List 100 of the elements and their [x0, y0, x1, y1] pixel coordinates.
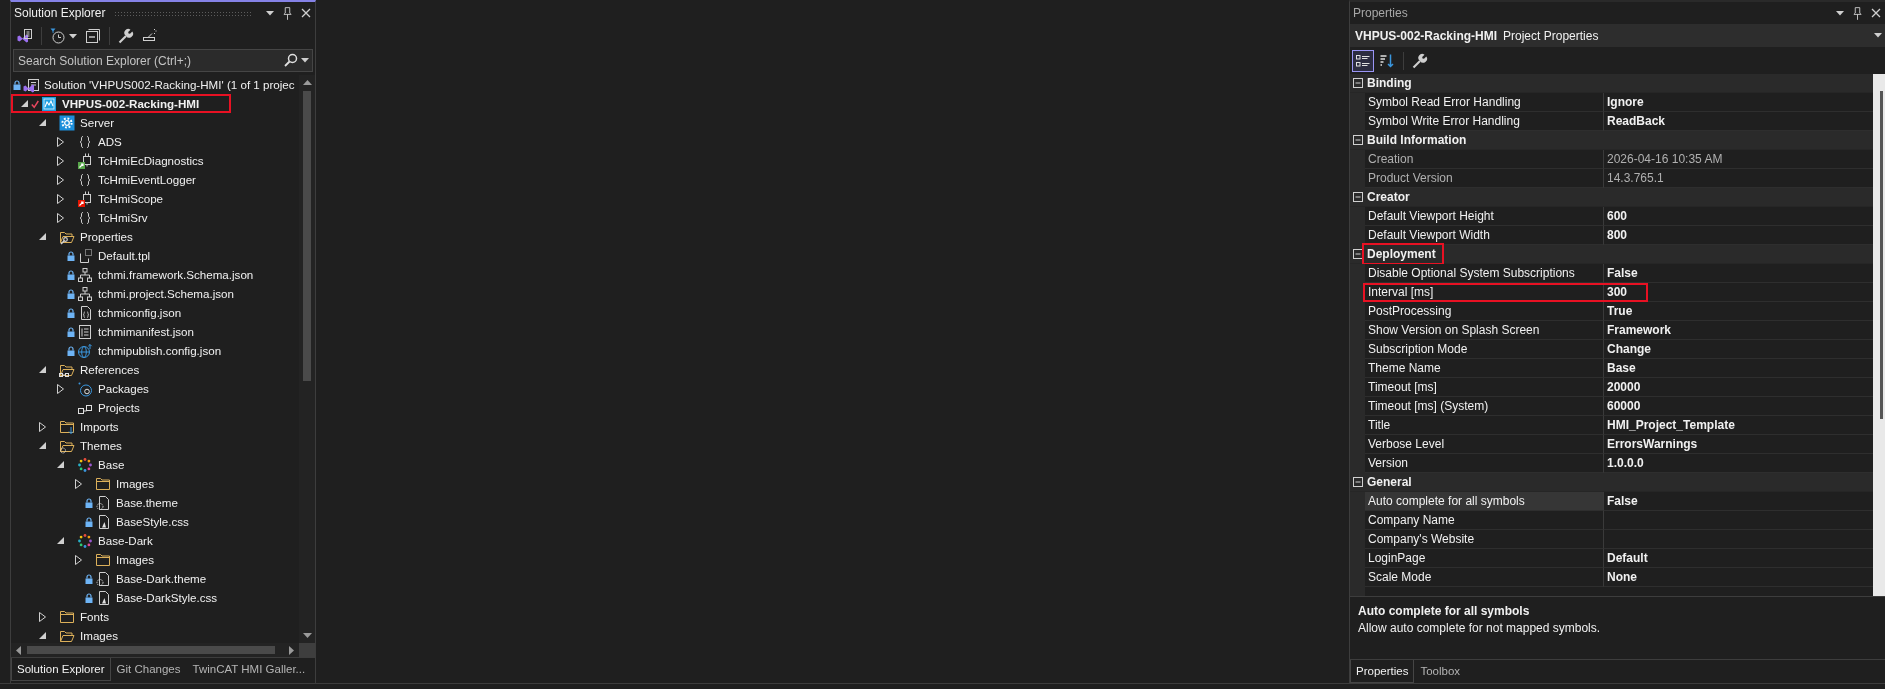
tree-item[interactable]: tchmi.framework.Schema.json	[11, 265, 299, 284]
pin-button[interactable]	[1850, 4, 1865, 22]
collapse-icon[interactable]	[1352, 477, 1363, 487]
tree-item[interactable]: Base.theme	[11, 493, 299, 512]
scrollbar[interactable]	[299, 75, 315, 643]
property-name-cell[interactable]: Company's Website	[1365, 530, 1604, 549]
tree-item[interactable]: Images	[11, 474, 299, 493]
property-name-cell[interactable]: Symbol Read Error Handling	[1365, 93, 1604, 112]
tree-item[interactable]: tchmimanifest.json	[11, 322, 299, 341]
collapse-icon[interactable]	[1352, 135, 1363, 145]
tree-item[interactable]: Base	[11, 455, 299, 474]
collapse-arrow-icon[interactable]	[56, 461, 64, 468]
category-header[interactable]: General	[1350, 473, 1873, 492]
tree-item[interactable]: ADS	[11, 132, 299, 151]
collapse-icon[interactable]	[1352, 192, 1363, 202]
collapse-arrow-icon[interactable]	[38, 119, 46, 126]
tree-item[interactable]: Default.tpl	[11, 246, 299, 265]
expand-arrow-icon[interactable]	[56, 136, 64, 147]
tree-item[interactable]: VHPUS-002-Racking-HMI	[11, 94, 299, 113]
scrollbar[interactable]	[11, 643, 299, 657]
expand-arrow-icon[interactable]	[56, 383, 64, 394]
expand-arrow-icon[interactable]	[38, 421, 46, 432]
expand-arrow-icon[interactable]	[38, 611, 46, 622]
tree-item[interactable]: tchmi.project.Schema.json	[11, 284, 299, 303]
property-name-cell[interactable]: Creation	[1365, 150, 1604, 169]
property-name-cell[interactable]: Verbose Level	[1365, 435, 1604, 454]
property-name-cell[interactable]: PostProcessing	[1365, 302, 1604, 321]
tree-item[interactable]: Base-Dark.theme	[11, 569, 299, 588]
panel-tab[interactable]: Git Changes	[110, 658, 187, 681]
tree-item[interactable]: Images	[11, 550, 299, 569]
tree-item[interactable]: Solution 'VHPUS002-Racking-HMI' (1 of 1 projec	[11, 75, 299, 94]
panel-tab[interactable]: TwinCAT HMI Galler...	[186, 658, 312, 681]
category-header[interactable]: Build Information	[1350, 131, 1873, 150]
property-name-cell[interactable]: Default Viewport Width	[1365, 226, 1604, 245]
scroll-thumb[interactable]	[1880, 91, 1883, 419]
panel-tab[interactable]: Properties	[1350, 660, 1415, 683]
expand-arrow-icon[interactable]	[56, 212, 64, 223]
tree-item[interactable]: Properties	[11, 227, 299, 246]
scroll-down-icon[interactable]	[302, 633, 312, 638]
property-name-cell[interactable]: Default Viewport Height	[1365, 207, 1604, 226]
category-header[interactable]: Binding	[1350, 74, 1873, 93]
scroll-up-icon[interactable]	[302, 80, 312, 85]
tree-item[interactable]: tchmiconfig.json	[11, 303, 299, 322]
expand-arrow-icon[interactable]	[74, 554, 82, 565]
tree-item[interactable]: Packages	[11, 379, 299, 398]
tree-item[interactable]: Projects	[11, 398, 299, 417]
tree-item[interactable]: TcHmiEcDiagnostics	[11, 151, 299, 170]
property-name-cell[interactable]: Symbol Write Error Handling	[1365, 112, 1604, 131]
search-icon[interactable]	[284, 53, 298, 67]
scroll-thumb[interactable]	[27, 646, 275, 654]
property-name-cell[interactable]: Timeout [ms]	[1365, 378, 1604, 397]
pin-button[interactable]	[280, 4, 295, 22]
property-name-cell[interactable]: LoginPage	[1365, 549, 1604, 568]
tree-item[interactable]: Base-DarkStyle.css	[11, 588, 299, 607]
scrollbar[interactable]	[1873, 74, 1885, 596]
collapse-arrow-icon[interactable]	[20, 100, 28, 107]
tree-item[interactable]: TcHmiEventLogger	[11, 170, 299, 189]
tree-item[interactable]: Images	[11, 626, 299, 643]
category-header[interactable]: Creator	[1350, 188, 1873, 207]
collapse-icon[interactable]	[1352, 78, 1363, 88]
property-name-cell[interactable]: Company Name	[1365, 511, 1604, 530]
property-name-cell[interactable]: Timeout [ms] (System)	[1365, 397, 1604, 416]
expand-arrow-icon[interactable]	[56, 193, 64, 204]
caret-icon[interactable]	[301, 58, 309, 63]
collapse-arrow-icon[interactable]	[38, 632, 46, 639]
categorized-button[interactable]	[1352, 49, 1374, 72]
tree-item[interactable]: References	[11, 360, 299, 379]
property-name-cell[interactable]: Theme Name	[1365, 359, 1604, 378]
property-name-cell[interactable]: Show Version on Splash Screen	[1365, 321, 1604, 340]
tree-item[interactable]: Themes	[11, 436, 299, 455]
panel-tab[interactable]: Toolbox	[1414, 660, 1467, 683]
property-name-cell[interactable]: Subscription Mode	[1365, 340, 1604, 359]
property-name-cell[interactable]: Version	[1365, 454, 1604, 473]
collapse-icon[interactable]	[1352, 249, 1363, 259]
collapse-arrow-icon[interactable]	[38, 366, 46, 373]
category-header[interactable]: Deployment	[1350, 245, 1873, 264]
tree-item[interactable]: Base-Dark	[11, 531, 299, 550]
panel-tab[interactable]: Solution Explorer	[11, 658, 111, 681]
expand-arrow-icon[interactable]	[56, 155, 64, 166]
collapse-arrow-icon[interactable]	[38, 233, 46, 240]
property-name-cell[interactable]: Scale Mode	[1365, 568, 1604, 587]
tree-item[interactable]: BaseStyle.css	[11, 512, 299, 531]
tree-item[interactable]: Fonts	[11, 607, 299, 626]
tree-item[interactable]: TcHmiSrv	[11, 208, 299, 227]
collapse-arrow-icon[interactable]	[56, 537, 64, 544]
tree-item[interactable]: TcHmiScope	[11, 189, 299, 208]
property-name-cell[interactable]: Disable Optional System Subscriptions	[1365, 264, 1604, 283]
search-field[interactable]: Search Solution Explorer (Ctrl+;)	[13, 49, 313, 72]
scroll-thumb[interactable]	[303, 91, 311, 381]
object-selector[interactable]: VHPUS-002-Racking-HMI Project Properties	[1350, 24, 1885, 47]
tree-item[interactable]: tchmipublish.config.json	[11, 341, 299, 360]
property-name-cell[interactable]: Product Version	[1365, 169, 1604, 188]
property-name-cell[interactable]: Auto complete for all symbols	[1365, 492, 1604, 511]
expand-arrow-icon[interactable]	[56, 174, 64, 185]
scroll-right-icon[interactable]	[289, 645, 294, 655]
tree-item[interactable]: Imports	[11, 417, 299, 436]
property-name-cell[interactable]: Title	[1365, 416, 1604, 435]
tree-item[interactable]: Server	[11, 113, 299, 132]
expand-arrow-icon[interactable]	[74, 478, 82, 489]
scroll-left-icon[interactable]	[16, 645, 21, 655]
